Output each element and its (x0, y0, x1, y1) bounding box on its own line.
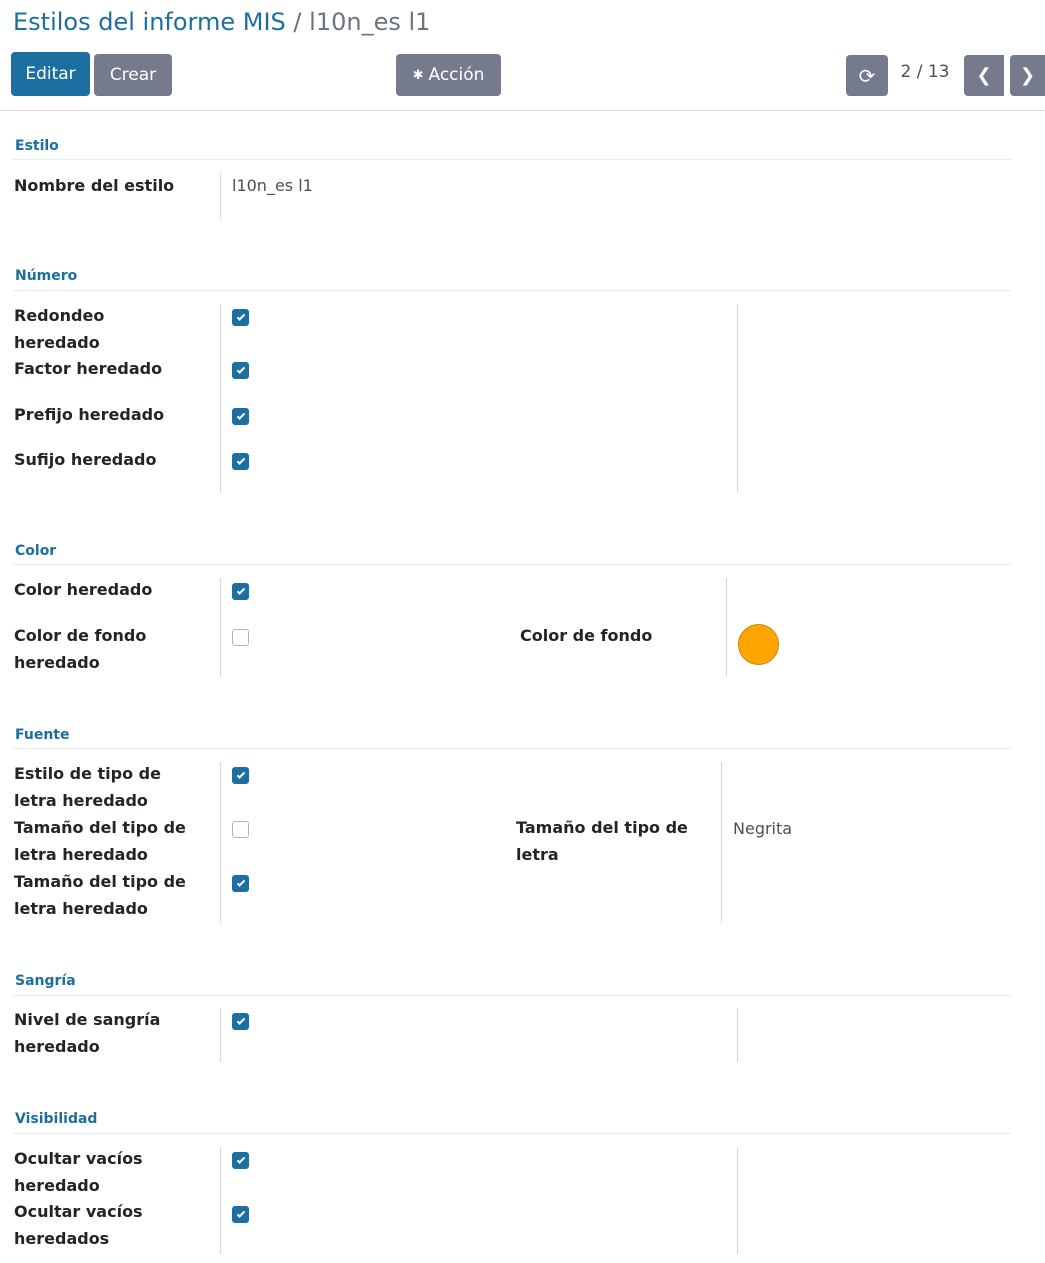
refresh-icon: ⟳ (858, 63, 876, 88)
font-style-inherited-label: Estilo de tipo de letra heredado (14, 764, 161, 810)
factor-inherited-label: Factor heredado (14, 359, 163, 378)
check-icon (236, 1208, 245, 1218)
field-divider (726, 578, 727, 677)
group-divider (12, 290, 1012, 291)
gear-icon: ✱ (412, 67, 424, 83)
color-inherited-checkbox[interactable] (232, 583, 249, 600)
color-inherited-label: Color heredado (14, 580, 153, 599)
font-size-field[interactable]: Negrita (733, 819, 792, 838)
reload-button[interactable]: ⟳ (846, 55, 888, 96)
bg-color-swatch[interactable] (738, 624, 779, 665)
font-size-inherited-label-2: Tamaño del tipo de letra heredado (14, 872, 186, 918)
action-button-label: Acción (428, 65, 485, 85)
field-divider (721, 762, 722, 923)
suffix-inherited-label: Sufijo heredado (14, 450, 157, 469)
bg-color-label: Color de fondo (520, 626, 653, 645)
bg-color-inherited-checkbox[interactable] (232, 629, 249, 646)
group-title-sangria: Sangría (15, 973, 76, 989)
font-size-inherited-checkbox[interactable] (232, 821, 249, 838)
control-panel: Estilos del informe MIS / l10n_es l1 Edi… (0, 0, 1045, 111)
check-icon (236, 311, 245, 321)
group-title-color: Color (15, 543, 57, 559)
field-divider (220, 173, 221, 219)
check-icon (236, 585, 245, 595)
group-title-estilo: Estilo (15, 138, 59, 154)
column-divider (737, 1008, 738, 1062)
group-title-numero: Número (15, 268, 78, 284)
font-size-inherited-checkbox-2[interactable] (232, 875, 249, 892)
pager-next-button[interactable]: ❯ (1010, 55, 1045, 96)
pager-value[interactable]: 2 / 13 (893, 62, 957, 82)
field-divider (220, 1147, 221, 1254)
group-divider (12, 995, 1012, 996)
suffix-inherited-checkbox[interactable] (232, 453, 249, 470)
group-divider (12, 564, 1012, 565)
hide-empty-inherited-checkbox[interactable] (232, 1152, 249, 1169)
group-divider (12, 1133, 1012, 1134)
breadcrumb-current: l10n_es l1 (309, 8, 431, 36)
group-title-fuente: Fuente (15, 727, 70, 743)
font-style-inherited-checkbox[interactable] (232, 767, 249, 784)
breadcrumb-parent-link[interactable]: Estilos del informe MIS (13, 8, 286, 36)
column-divider (737, 304, 738, 493)
chevron-left-icon: ❮ (976, 65, 992, 86)
column-divider (737, 1147, 738, 1254)
check-icon (236, 1015, 245, 1025)
rounding-inherited-checkbox[interactable] (232, 309, 249, 326)
check-icon (236, 877, 245, 887)
field-divider (220, 762, 221, 923)
check-icon (236, 455, 245, 465)
rounding-inherited-label: Redondeo heredado (14, 306, 105, 352)
pager-previous-button[interactable]: ❮ (964, 55, 1004, 96)
field-divider (220, 578, 221, 677)
action-menu-button[interactable]: ✱ Acción (396, 54, 501, 96)
font-size-label: Tamaño del tipo de letra (516, 818, 688, 864)
font-size-inherited-label: Tamaño del tipo de letra heredado (14, 818, 186, 864)
create-button[interactable]: Crear (94, 54, 172, 96)
field-divider (220, 304, 221, 493)
indent-level-inherited-label: Nivel de sangría heredado (14, 1010, 161, 1056)
breadcrumb-separator: / (293, 8, 302, 36)
field-divider (220, 1008, 221, 1062)
chevron-right-icon: ❯ (1019, 65, 1036, 86)
edit-button[interactable]: Editar (11, 52, 90, 96)
prefix-inherited-checkbox[interactable] (232, 408, 249, 425)
style-name-field[interactable]: l10n_es l1 (232, 176, 313, 195)
check-icon (236, 364, 245, 374)
check-icon (236, 769, 245, 779)
hide-empties-inherited-checkbox[interactable] (232, 1206, 249, 1223)
style-name-label: Nombre del estilo (14, 176, 175, 195)
breadcrumb: Estilos del informe MIS / l10n_es l1 (13, 8, 430, 36)
bg-color-inherited-label: Color de fondo heredado (14, 626, 147, 672)
prefix-inherited-label: Prefijo heredado (14, 405, 165, 424)
hide-empties-inherited-label: Ocultar vacíos heredados (14, 1202, 143, 1248)
indent-level-inherited-checkbox[interactable] (232, 1013, 249, 1030)
group-divider (12, 748, 1012, 749)
hide-empty-inherited-label: Ocultar vacíos heredado (14, 1149, 143, 1195)
check-icon (236, 410, 245, 420)
group-divider (12, 159, 1012, 160)
factor-inherited-checkbox[interactable] (232, 362, 249, 379)
group-title-visibilidad: Visibilidad (15, 1111, 98, 1127)
check-icon (236, 1154, 245, 1164)
